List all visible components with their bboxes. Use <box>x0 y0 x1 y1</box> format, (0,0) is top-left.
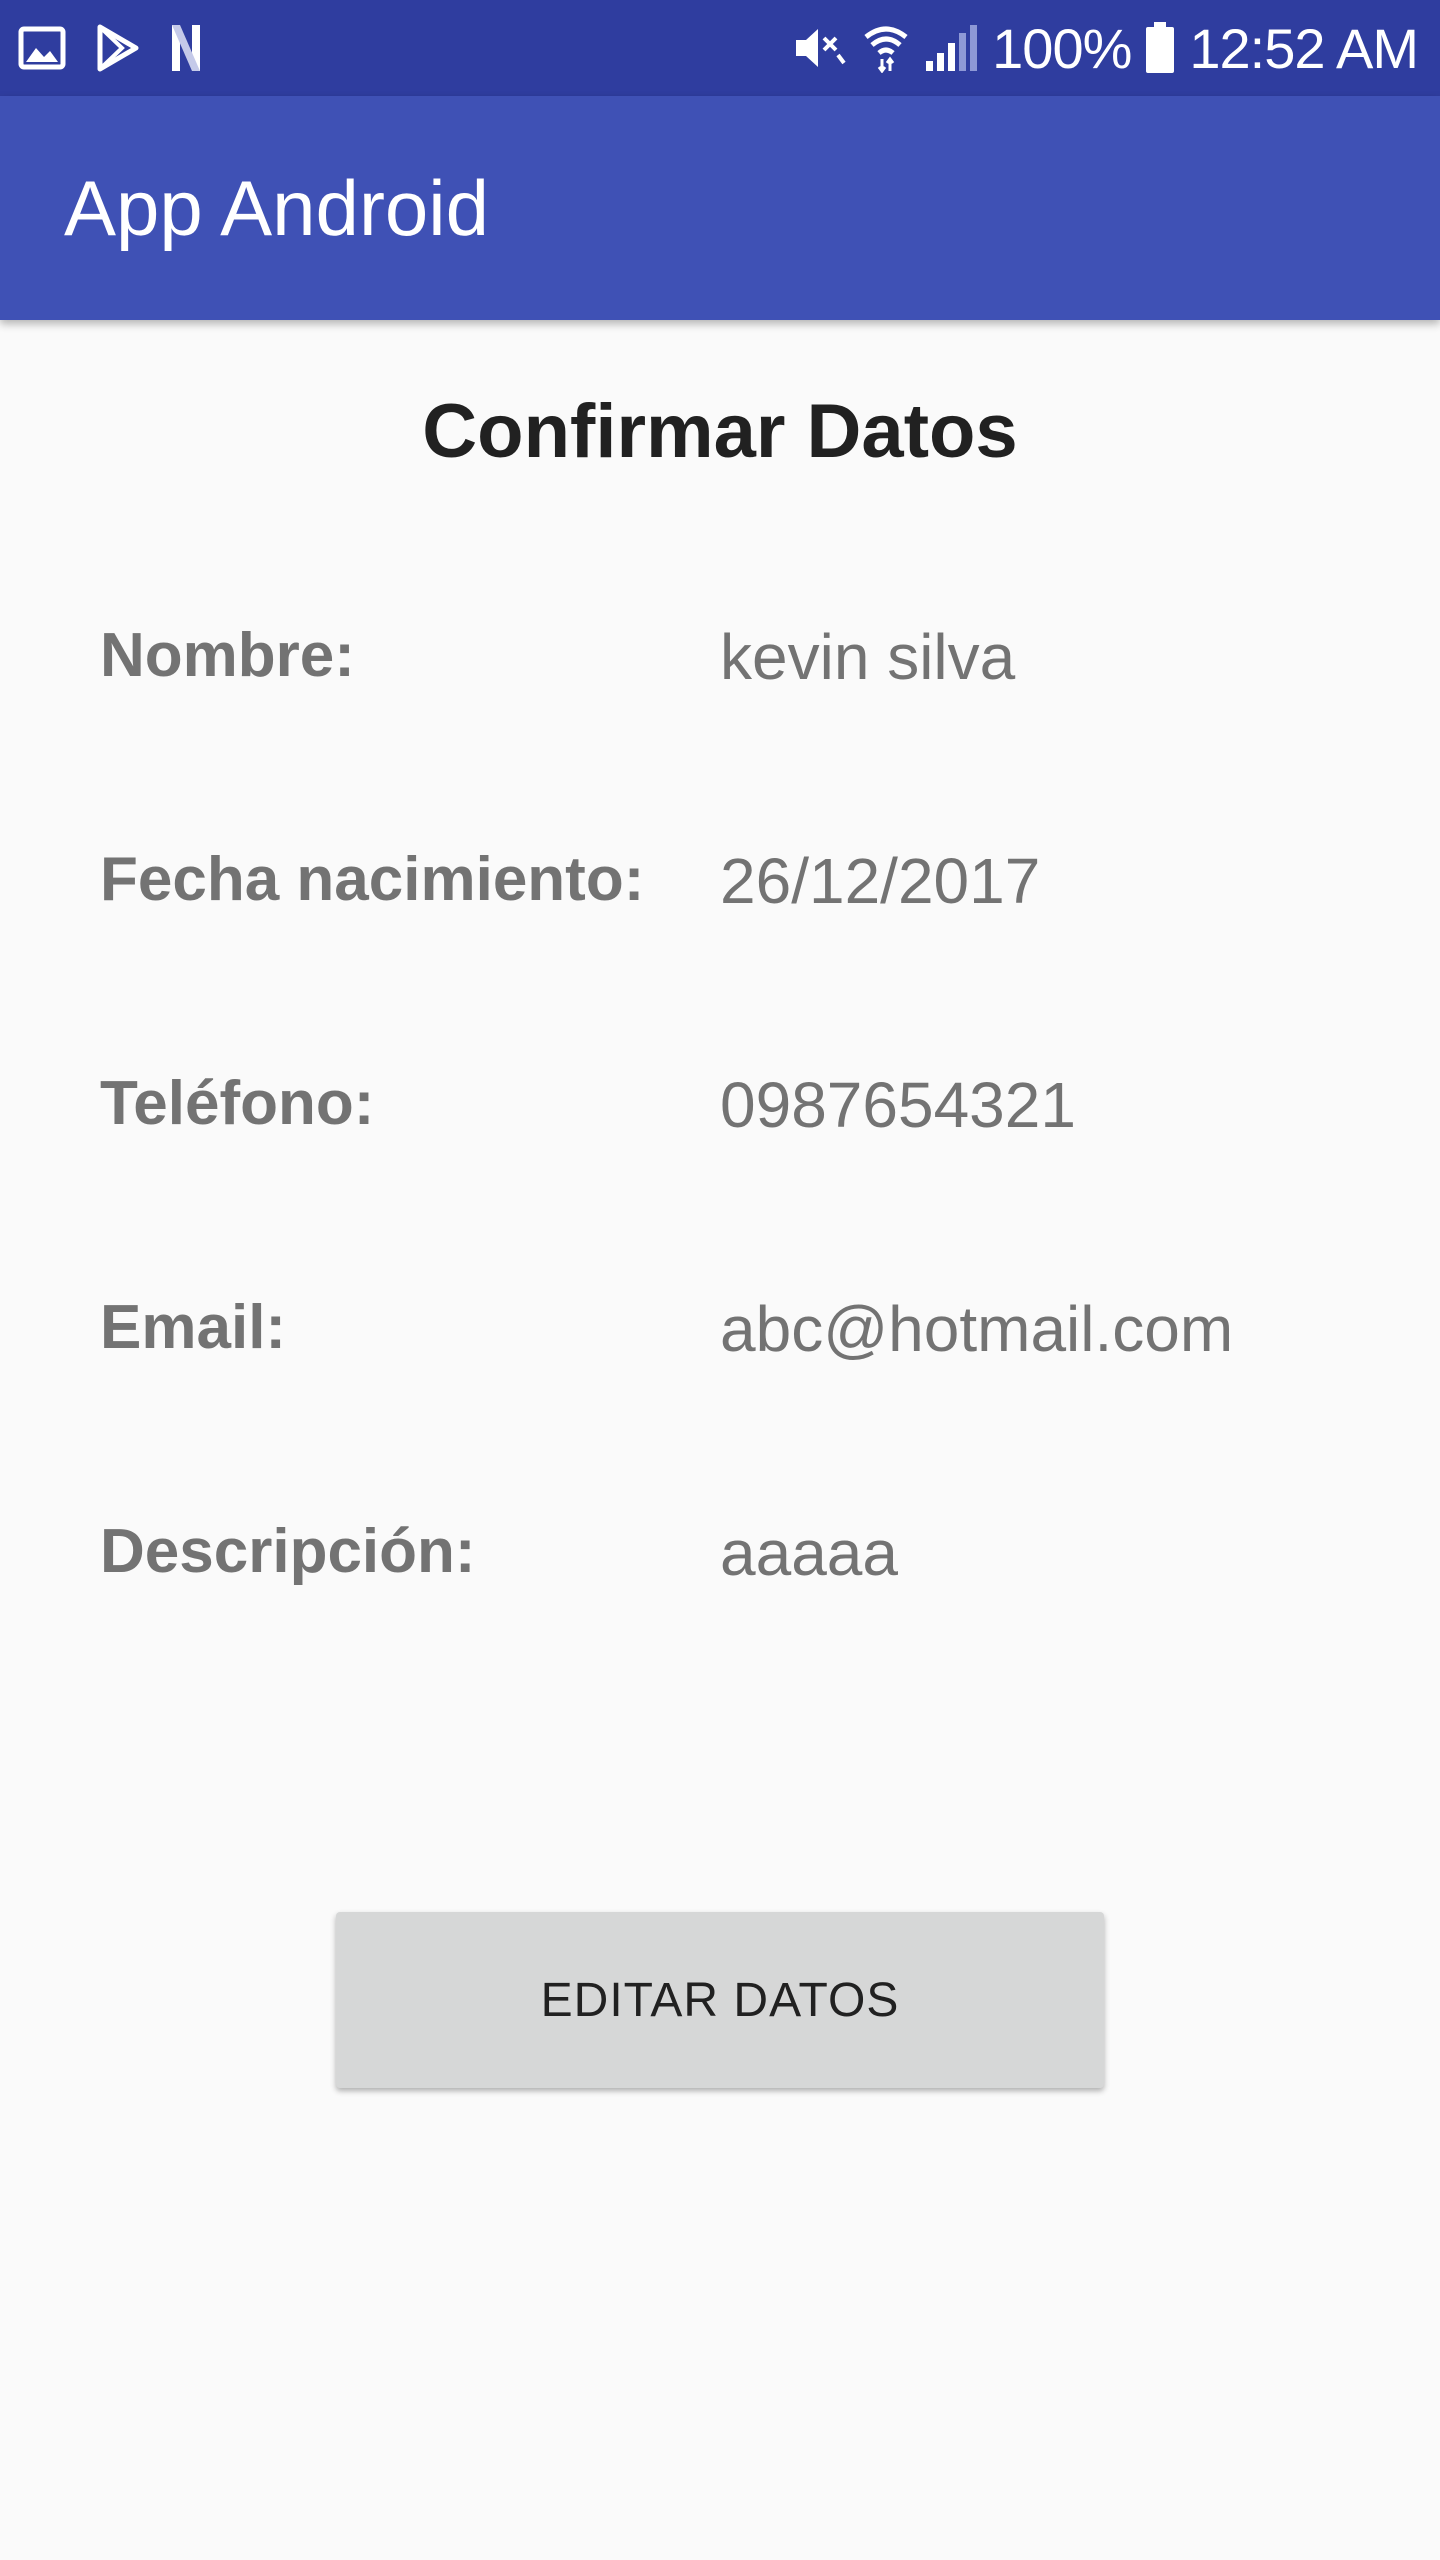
field-label-fecha-nacimiento: Fecha nacimiento: <box>100 845 645 914</box>
netflix-icon <box>170 23 202 73</box>
battery-percentage: 100% <box>992 16 1132 80</box>
mute-icon <box>792 23 848 73</box>
page-title: Confirmar Datos <box>422 389 1018 474</box>
field-value-fecha-nacimiento: 26/12/2017 <box>720 845 1041 917</box>
field-row-nombre: Nombre: kevin silva <box>100 620 1400 700</box>
field-row-descripcion: Descripción: aaaaa <box>100 1516 1400 1596</box>
edit-data-button[interactable]: EDITAR DATOS <box>336 1912 1104 2088</box>
field-row-telefono: Teléfono: 0987654321 <box>100 1068 1400 1148</box>
field-label-email: Email: <box>100 1293 287 1362</box>
app-title: App Android <box>64 163 490 252</box>
gallery-icon <box>18 26 66 70</box>
clock: 12:52 AM <box>1189 16 1419 80</box>
field-label-telefono: Teléfono: <box>100 1069 375 1138</box>
field-row-fecha-nacimiento: Fecha nacimiento: 26/12/2017 <box>100 844 1400 924</box>
field-value-descripcion: aaaaa <box>720 1517 898 1589</box>
status-bar-notifications <box>18 23 232 73</box>
field-value-telefono: 0987654321 <box>720 1069 1076 1141</box>
wifi-icon <box>862 23 910 73</box>
field-value-nombre: kevin silva <box>720 621 1016 693</box>
field-label-nombre: Nombre: <box>100 621 355 690</box>
field-label-descripcion: Descripción: <box>100 1517 476 1586</box>
battery-icon <box>1145 22 1175 74</box>
app-bar: App Android <box>0 96 1440 320</box>
play-store-icon <box>96 24 140 72</box>
status-bar-system: 100% 12:52 AM <box>778 16 1419 81</box>
field-value-email: abc@hotmail.com <box>720 1293 1234 1365</box>
signal-icon <box>924 23 978 73</box>
status-bar: 100% 12:52 AM <box>0 0 1440 96</box>
field-row-email: Email: abc@hotmail.com <box>100 1292 1400 1372</box>
